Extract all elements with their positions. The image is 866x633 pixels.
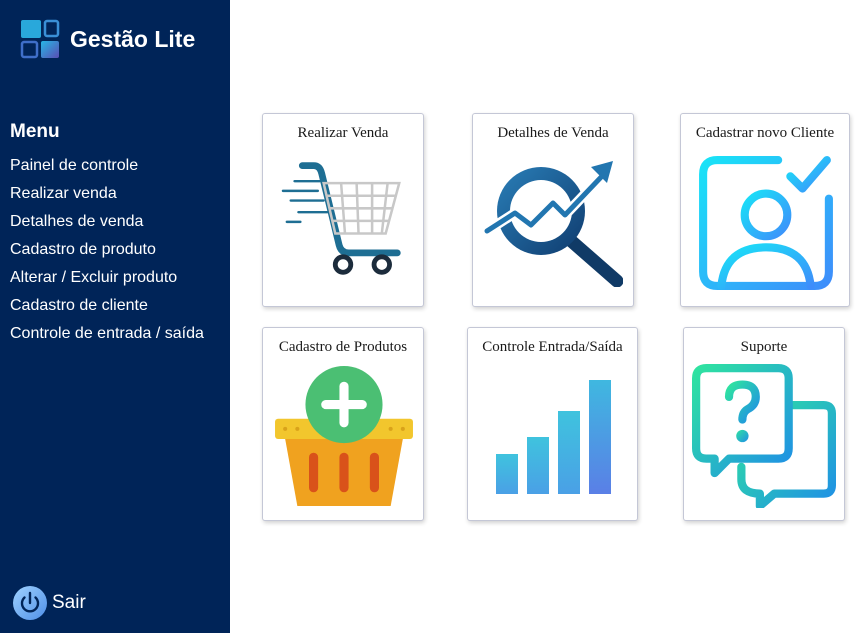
card-title: Cadastrar novo Cliente	[695, 125, 835, 141]
app-logo-icon	[20, 19, 60, 59]
sidebar-item-detalhes-de-venda[interactable]: Detalhes de venda	[10, 212, 204, 240]
sidebar-item-alterar-excluir-produto[interactable]: Alterar / Excluir produto	[10, 268, 204, 296]
card-cadastrar-novo-cliente[interactable]: Cadastrar novo Cliente	[680, 113, 850, 307]
sidebar-menu: Painel de controle Realizar venda Detalh…	[10, 156, 204, 352]
card-title: Detalhes de Venda	[497, 125, 609, 141]
brand[interactable]: Gestão Lite	[20, 19, 195, 59]
shopping-cart-icon	[281, 162, 401, 275]
power-icon	[13, 586, 47, 620]
card-cadastro-de-produtos[interactable]: Cadastro de Produtos	[262, 327, 424, 521]
sidebar: Gestão Lite Menu Painel de controle Real…	[0, 0, 230, 633]
card-title: Controle Entrada/Saída	[482, 339, 623, 355]
sidebar-item-realizar-venda[interactable]: Realizar venda	[10, 184, 204, 212]
app-name: Gestão Lite	[70, 25, 196, 52]
logout-button[interactable]: Sair	[12, 585, 86, 621]
sidebar-item-cadastro-de-cliente[interactable]: Cadastro de cliente	[10, 296, 204, 324]
card-suporte[interactable]: Suporte	[683, 327, 845, 521]
basket-add-icon	[275, 366, 413, 506]
logout-label: Sair	[52, 592, 86, 613]
card-title: Suporte	[740, 339, 788, 355]
menu-heading: Menu	[10, 121, 60, 142]
sidebar-item-controle-entrada-saida[interactable]: Controle de entrada / saída	[10, 324, 204, 352]
card-realizar-venda[interactable]: Realizar Venda	[262, 113, 424, 307]
user-check-icon	[699, 156, 833, 290]
card-title: Realizar Venda	[297, 125, 389, 141]
help-chat-icon	[692, 364, 836, 508]
sidebar-item-painel-de-controle[interactable]: Painel de controle	[10, 156, 204, 184]
card-title: Cadastro de Produtos	[278, 339, 408, 355]
magnifier-trend-icon	[483, 161, 623, 287]
sidebar-item-cadastro-de-produto[interactable]: Cadastro de produto	[10, 240, 204, 268]
card-detalhes-de-venda[interactable]: Detalhes de Venda	[472, 113, 634, 307]
card-controle-entrada-saida[interactable]: Controle Entrada/Saída	[467, 327, 638, 521]
bar-chart-icon	[496, 380, 611, 494]
